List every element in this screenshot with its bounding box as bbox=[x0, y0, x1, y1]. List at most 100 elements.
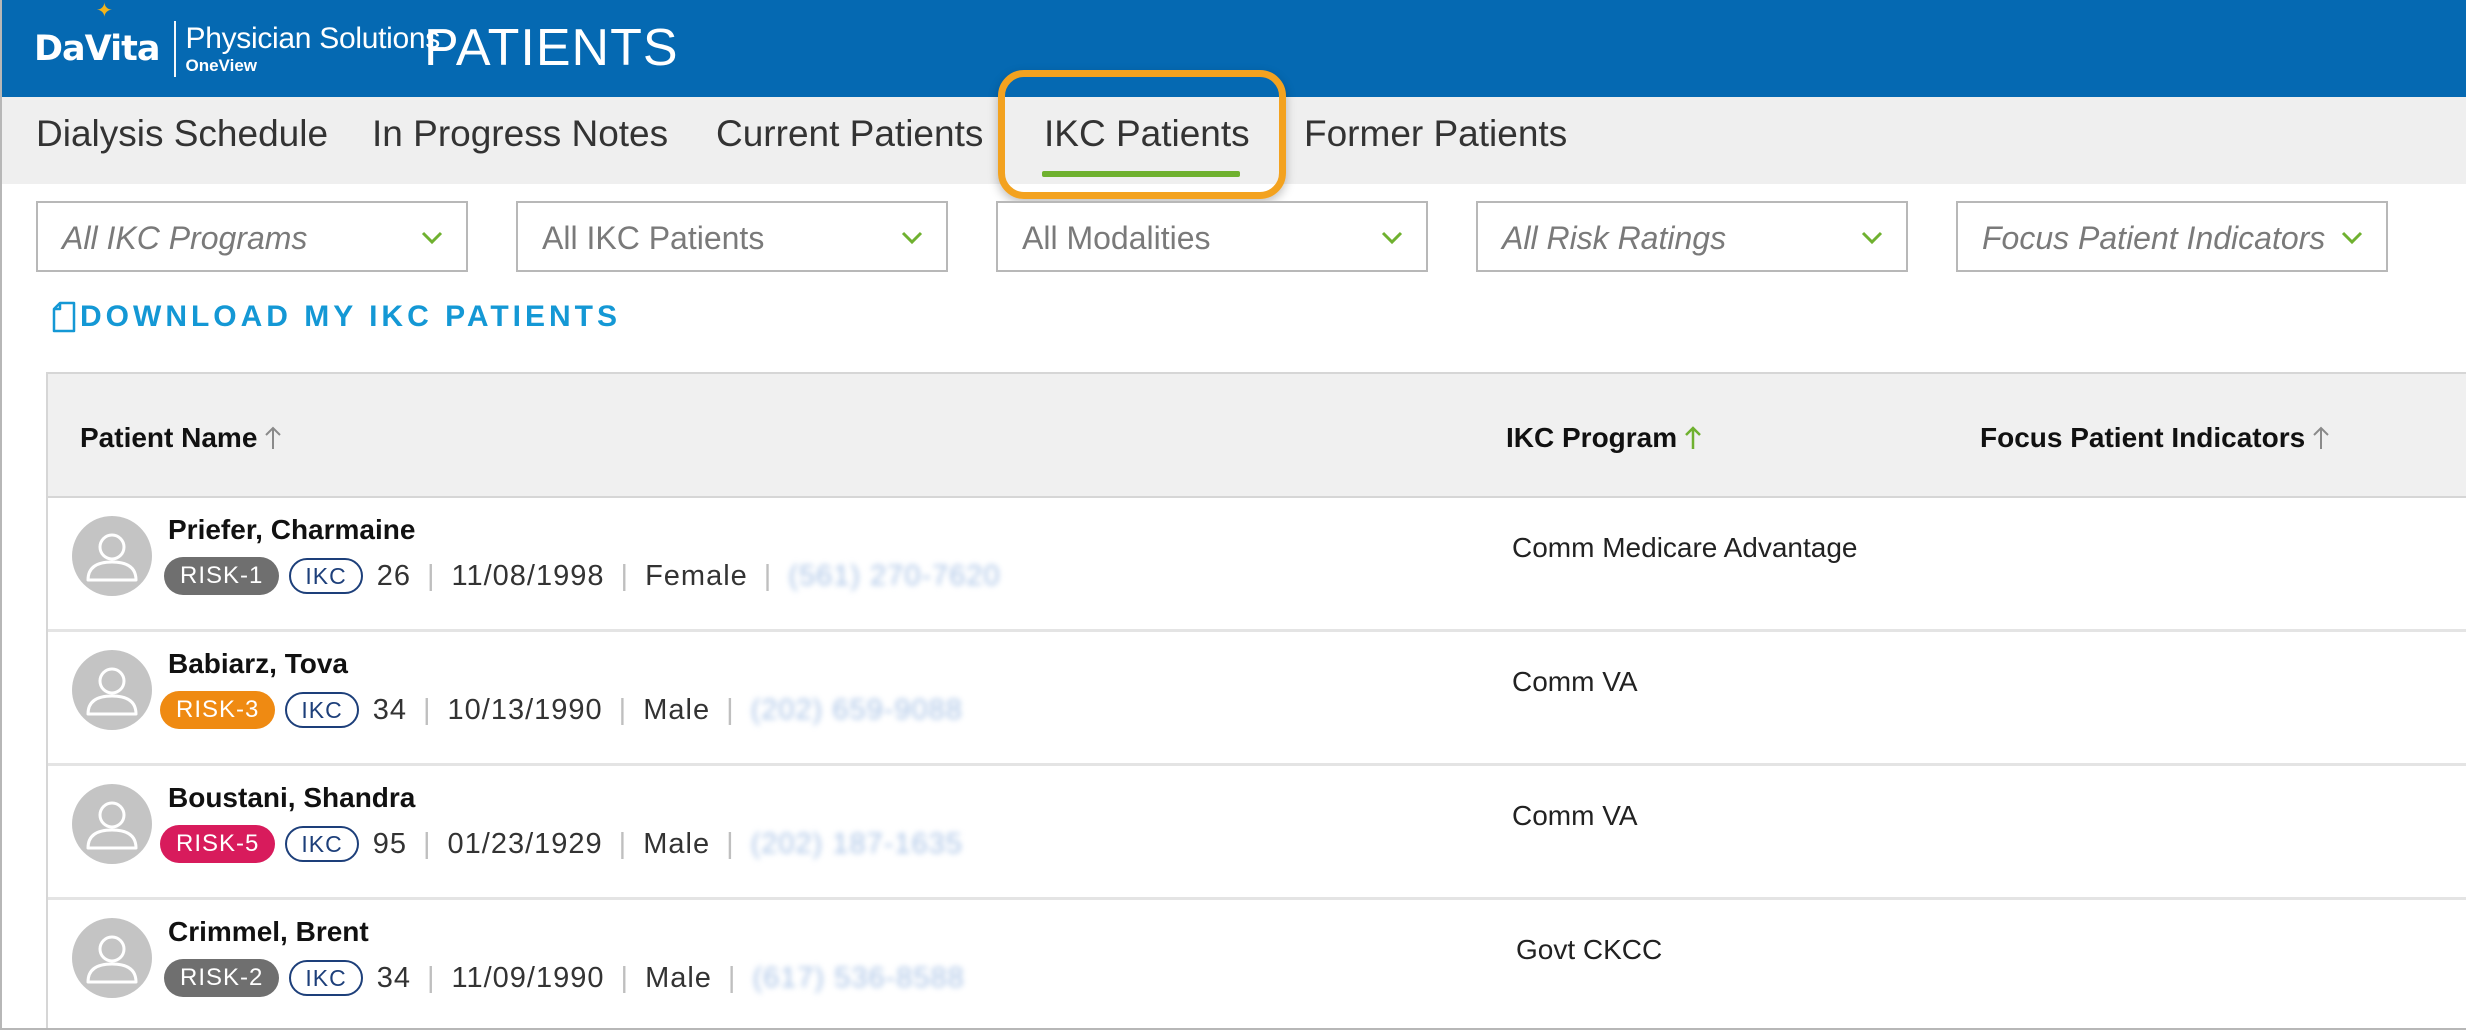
ikc-programs-dropdown[interactable]: All IKC Programs bbox=[36, 201, 468, 272]
patient-dob: 01/23/1929 bbox=[447, 827, 603, 860]
ikc-badge: IKC bbox=[285, 826, 359, 862]
star-icon: ✦ bbox=[96, 0, 113, 22]
download-label: DOWNLOAD MY IKC PATIENTS bbox=[80, 300, 621, 333]
header-bar: DaVita ✦ Physician Solutions OneView PAT… bbox=[2, 0, 2466, 97]
person-icon bbox=[86, 533, 138, 582]
patient-name[interactable]: Crimmel, Brent bbox=[168, 916, 369, 948]
logo-text: Physician Solutions OneView bbox=[185, 22, 441, 75]
patient-dob: 10/13/1990 bbox=[447, 693, 603, 726]
page-title: PATIENTS bbox=[424, 19, 679, 77]
tab-current-patients[interactable]: Current Patients bbox=[716, 113, 983, 155]
patient-meta: RISK-2 IKC 34 | 11/09/1990 | Male | (617… bbox=[164, 958, 965, 998]
separator: | bbox=[620, 559, 630, 592]
column-header-focus-indicators[interactable]: Focus Patient Indicators bbox=[1980, 422, 2331, 454]
patient-phone[interactable]: (202) 659-9088 bbox=[751, 694, 963, 727]
ikc-badge: IKC bbox=[289, 960, 363, 996]
separator: | bbox=[426, 961, 436, 994]
ikc-program-value: Govt CKCC bbox=[1516, 934, 1663, 965]
ikc-program-value: Comm VA bbox=[1512, 800, 1638, 831]
separator: | bbox=[618, 827, 628, 860]
tab-ikc-patients[interactable]: IKC Patients bbox=[1044, 113, 1250, 155]
patient-dob: 11/08/1998 bbox=[451, 559, 605, 592]
table-row[interactable]: Babiarz, Tova RISK-3 IKC 34 | 10/13/1990… bbox=[48, 632, 2466, 766]
table-row[interactable]: Crimmel, Brent RISK-2 IKC 34 | 11/09/199… bbox=[48, 900, 2466, 1028]
avatar bbox=[72, 784, 152, 864]
davita-logo[interactable]: DaVita ✦ Physician Solutions OneView bbox=[34, 0, 441, 84]
risk-badge: RISK-2 bbox=[164, 959, 280, 997]
separator: | bbox=[726, 693, 735, 726]
ikc-patients-dropdown[interactable]: All IKC Patients bbox=[516, 201, 948, 272]
patient-name[interactable]: Boustani, Shandra bbox=[168, 782, 415, 814]
patient-phone[interactable]: (617) 536-8588 bbox=[752, 962, 964, 995]
tab-in-progress-notes[interactable]: In Progress Notes bbox=[372, 113, 668, 155]
arrow-up-icon bbox=[2313, 426, 2329, 449]
logo-sub: OneView bbox=[185, 56, 258, 75]
patient-meta: RISK-5 IKC 95 | 01/23/1929 | Male | (202… bbox=[160, 824, 963, 864]
filter-label: All Modalities bbox=[1022, 220, 1211, 256]
avatar bbox=[72, 650, 152, 730]
patient-name[interactable]: Babiarz, Tova bbox=[168, 648, 348, 680]
separator: | bbox=[620, 961, 630, 994]
patient-age: 26 bbox=[376, 559, 411, 592]
separator: | bbox=[618, 693, 628, 726]
filter-label: All Risk Ratings bbox=[1502, 220, 1727, 256]
patient-gender: Female bbox=[645, 559, 748, 592]
logo-brand: DaVita bbox=[34, 29, 160, 69]
ikc-badge: IKC bbox=[285, 692, 359, 728]
chevron-down-icon bbox=[421, 231, 443, 245]
column-header-ikc-program[interactable]: IKC Program bbox=[1506, 422, 1703, 454]
app-frame: DaVita ✦ Physician Solutions OneView PAT… bbox=[0, 0, 2466, 1030]
tab-dialysis-schedule[interactable]: Dialysis Schedule bbox=[36, 113, 328, 155]
avatar bbox=[72, 918, 152, 998]
person-icon bbox=[86, 801, 138, 850]
chevron-down-icon bbox=[901, 231, 923, 245]
ikc-program-value: Comm VA bbox=[1512, 666, 1638, 697]
document-icon bbox=[52, 301, 76, 333]
focus-indicators-dropdown[interactable]: Focus Patient Indicators bbox=[1956, 201, 2388, 272]
patient-name[interactable]: Priefer, Charmaine bbox=[168, 514, 415, 546]
patient-phone[interactable]: (561) 270-7620 bbox=[788, 560, 1000, 593]
risk-ratings-dropdown[interactable]: All Risk Ratings bbox=[1476, 201, 1908, 272]
modalities-dropdown[interactable]: All Modalities bbox=[996, 201, 1428, 272]
table-header: Patient Name IKC Program Focus Patient I… bbox=[48, 374, 2466, 498]
patient-age: 34 bbox=[376, 961, 411, 994]
active-tab-indicator bbox=[1042, 171, 1240, 177]
patient-meta: RISK-1 IKC 26 | 11/08/1998 | Female | (5… bbox=[164, 556, 1001, 596]
download-ikc-patients-link[interactable]: DOWNLOAD MY IKC PATIENTS bbox=[52, 300, 621, 334]
arrow-up-icon bbox=[265, 426, 282, 449]
risk-badge: RISK-3 bbox=[160, 691, 276, 729]
column-header-patient-name[interactable]: Patient Name bbox=[80, 422, 283, 454]
logo-product: Physician Solutions bbox=[185, 22, 441, 55]
patient-gender: Male bbox=[643, 693, 711, 726]
patient-age: 34 bbox=[372, 693, 407, 726]
patient-meta: RISK-3 IKC 34 | 10/13/1990 | Male | (202… bbox=[160, 690, 963, 730]
patient-gender: Male bbox=[643, 827, 711, 860]
patient-dob: 11/09/1990 bbox=[451, 961, 605, 994]
filter-label: All IKC Programs bbox=[62, 220, 308, 256]
separator: | bbox=[727, 961, 737, 994]
patient-age: 95 bbox=[372, 827, 407, 860]
patient-phone[interactable]: (202) 187-1635 bbox=[751, 828, 963, 861]
ikc-badge: IKC bbox=[289, 558, 363, 594]
table-row[interactable]: Priefer, Charmaine RISK-1 IKC 26 | 11/08… bbox=[48, 498, 2466, 632]
column-label: IKC Program bbox=[1506, 422, 1678, 453]
avatar bbox=[72, 516, 152, 596]
patients-table: Patient Name IKC Program Focus Patient I… bbox=[46, 372, 2466, 1028]
person-icon bbox=[86, 667, 138, 716]
separator: | bbox=[426, 559, 436, 592]
tab-former-patients[interactable]: Former Patients bbox=[1304, 113, 1567, 155]
separator: | bbox=[726, 827, 735, 860]
separator: | bbox=[422, 693, 432, 726]
risk-badge: RISK-1 bbox=[164, 557, 280, 595]
person-icon bbox=[86, 935, 138, 984]
chevron-down-icon bbox=[1381, 231, 1403, 245]
table-row[interactable]: Boustani, Shandra RISK-5 IKC 95 | 01/23/… bbox=[48, 766, 2466, 900]
separator: | bbox=[422, 827, 432, 860]
arrow-up-icon bbox=[1685, 426, 1702, 449]
chevron-down-icon bbox=[1861, 231, 1883, 245]
column-label: Patient Name bbox=[80, 422, 258, 453]
filter-label: Focus Patient Indicators bbox=[1982, 220, 2326, 256]
risk-badge: RISK-5 bbox=[160, 825, 276, 863]
filter-label: All IKC Patients bbox=[542, 220, 765, 256]
chevron-down-icon bbox=[2341, 231, 2363, 245]
